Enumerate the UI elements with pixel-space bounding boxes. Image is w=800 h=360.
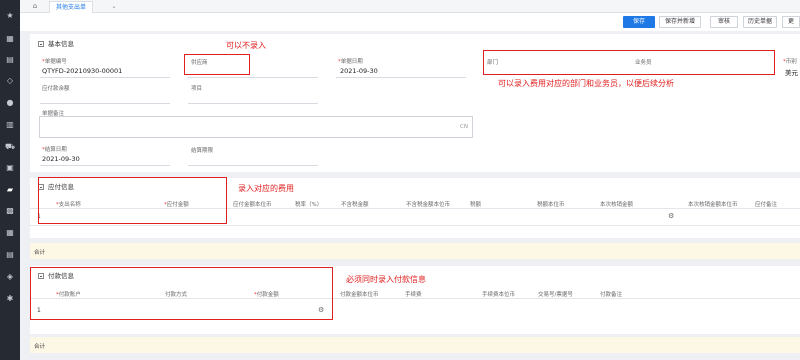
audit-button[interactable]: 审核 [710,16,738,28]
basic-info-title[interactable]: 基本信息 [38,38,74,48]
payable-total-row: 合计 [30,243,800,259]
save-and-new-button[interactable]: 保存并新增 [659,16,701,28]
payment-info-title[interactable]: 付款信息 [38,270,74,280]
list-icon[interactable]: ▤ [5,250,15,260]
gear-icon[interactable]: ⚙ [668,212,674,220]
calculator-icon[interactable]: ▦ [5,34,15,44]
star-icon[interactable]: ★ [5,11,15,21]
settle-period-label: 结算期限 [191,148,214,154]
dept-label: 部门 [487,60,499,66]
supplier-annotation: 可以不录入 [226,41,266,50]
payable-row-number: 1 [37,213,41,220]
gear-icon[interactable]: ⚙ [318,306,324,314]
total-label: 合计 [34,250,46,256]
chevron-down-icon[interactable]: ⌄ [110,2,118,11]
payable-header-divider [30,208,800,209]
payment-header-divider [30,298,800,299]
currency-value[interactable]: 美元 [785,67,798,77]
layers-icon[interactable]: ◈ [5,272,15,282]
more-button[interactable]: 更 [782,16,800,28]
payment-annotation: 必须同时录入付款信息 [346,275,426,284]
diamond-icon[interactable]: ◇ [5,76,15,86]
archive-icon[interactable]: ▤ [5,55,15,65]
payable-info-title[interactable]: 应付信息 [38,181,74,191]
truck-icon[interactable]: ▣ [5,163,15,173]
history-button[interactable]: 历史单据 [743,16,777,28]
settle-date-underline [40,165,170,166]
chart-icon[interactable]: ▥ [5,120,15,130]
calendar-icon[interactable]: ▦ [5,228,15,238]
doc-no-label: *单据编号 [42,59,67,65]
salesman-label: 业务员 [635,60,652,66]
payable-balance-label: 应付款余额 [42,86,70,92]
coin-icon[interactable]: ● [5,98,15,108]
home-icon[interactable]: ⌂ [30,2,40,11]
settle-date-label: *结算日期 [42,147,67,153]
tab-other-expense[interactable]: 其他支出单 [49,1,94,13]
payable-balance-field [40,103,170,104]
payable-annotation: 录入对应的费用 [238,184,294,193]
toolbar: 保存 保存并新增 审核 历史单据 更 [20,13,800,31]
remark-textarea[interactable]: CN [39,116,473,138]
project-label: 项目 [191,86,203,92]
doc-date-value[interactable]: 2021-09-30 [340,67,378,75]
save-button[interactable]: 保存 [623,16,655,28]
money-icon[interactable]: ▰ [5,185,15,195]
doc-date-label: *单据日期 [338,59,363,65]
collapse-icon[interactable] [38,184,44,190]
collapse-icon[interactable] [38,41,44,47]
tab-bar: ⌂ 其他支出单 ⌄ [20,0,800,13]
total-label: 合计 [34,344,46,350]
payment-total-row: 合计 [30,337,800,353]
payment-row-number: 1 [37,307,41,314]
cart-icon[interactable]: ⛟ [5,142,15,152]
doc-no-underline [40,77,170,78]
settle-date-value[interactable]: 2021-09-30 [42,155,80,163]
doc-no-value[interactable]: QTYFD-20210930-00001 [42,67,122,75]
dept-annotation: 可以录入费用对应的部门和业务员，以便后续分析 [498,79,674,88]
collapse-icon[interactable] [38,273,44,279]
currency-label: *币别 [783,59,797,65]
settings-icon[interactable]: ✱ [5,294,15,304]
project-field[interactable] [188,103,318,104]
doc-date-underline [336,77,466,78]
language-badge[interactable]: CN [460,124,468,130]
settle-period-field[interactable] [188,165,318,166]
supplier-field[interactable] [188,77,318,78]
left-sidebar: ★ ▦ ▤ ◇ ● ▥ ⛟ ▣ ▰ ▩ ▦ ▤ ◈ ✱ [0,0,20,360]
payable-row-divider [30,225,800,226]
supplier-label: 供应商 [191,60,208,66]
package-icon[interactable]: ▩ [5,206,15,216]
